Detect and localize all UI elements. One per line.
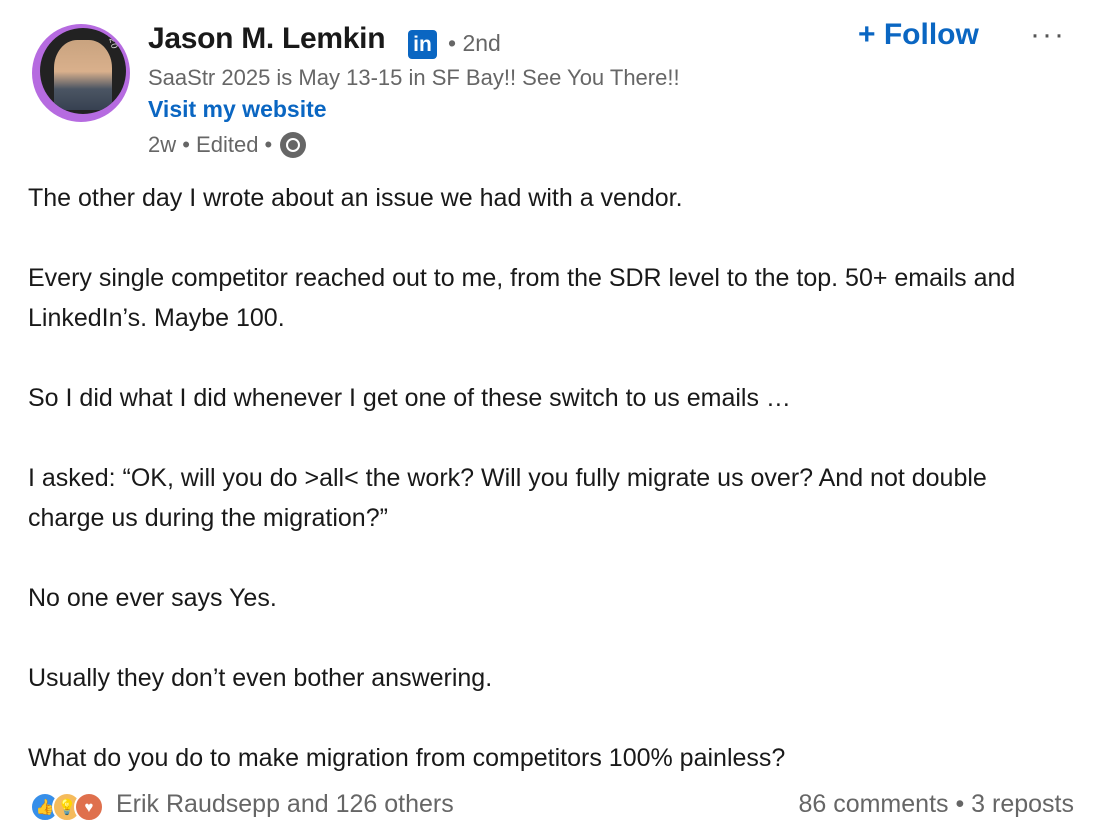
post-paragraph: What do you do to make migration from co… — [28, 744, 786, 772]
post-paragraph: Every single competitor reached out to m… — [28, 264, 1016, 332]
post-paragraph: No one ever says Yes. — [28, 584, 277, 612]
post-paragraph: So I did what I did whenever I get one o… — [28, 384, 791, 412]
linkedin-premium-icon: in — [408, 30, 437, 59]
profile-photo — [54, 40, 112, 110]
author-headline: SaaStr 2025 is May 13-15 in SF Bay!! See… — [148, 65, 680, 90]
post-meta-text: 2w • Edited • — [148, 132, 273, 157]
comments-reposts-count[interactable]: 86 comments • 3 reposts — [798, 790, 1074, 819]
reaction-icons[interactable]: 👍 💡 ♥ — [30, 792, 104, 822]
connection-degree: • 2nd — [448, 30, 501, 56]
post-body: The other day I wrote about an issue we … — [28, 178, 1068, 818]
post-paragraph: I asked: “OK, will you do >all< the work… — [28, 464, 987, 532]
globe-icon — [280, 132, 307, 158]
social-counts: 👍 💡 ♥ Erik Raudsepp and 126 others 86 co… — [30, 790, 1074, 830]
visit-website-link[interactable]: Visit my website — [148, 96, 327, 123]
more-options-button[interactable]: ··· — [1030, 18, 1066, 52]
reactors-link[interactable]: Erik Raudsepp and 126 others — [116, 790, 454, 819]
love-icon: ♥ — [74, 792, 104, 822]
author-name[interactable]: Jason M. Lemkin — [148, 22, 386, 56]
avatar[interactable]: #SAASTR20 — [32, 24, 130, 122]
follow-button[interactable]: + Follow — [858, 18, 979, 52]
post-paragraph: Usually they don’t even bother answering… — [28, 664, 493, 692]
post-paragraph: The other day I wrote about an issue we … — [28, 184, 683, 212]
post-meta: 2w • Edited • — [148, 132, 307, 158]
avatar-photo-frame: #SAASTR20 — [40, 28, 126, 114]
